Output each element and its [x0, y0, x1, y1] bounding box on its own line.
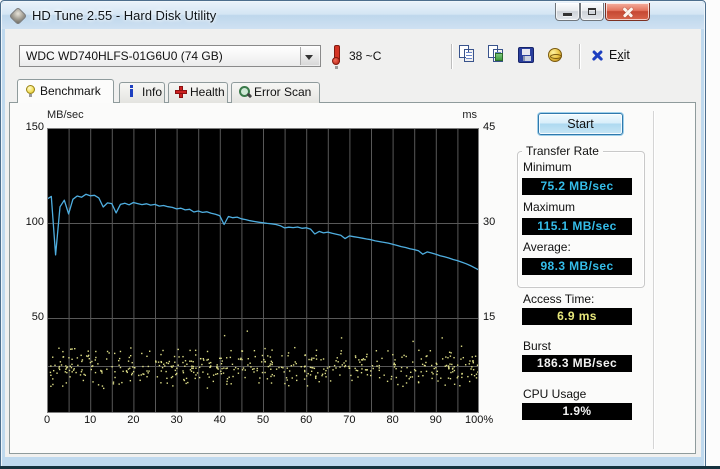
- copy-text-button[interactable]: [457, 44, 481, 68]
- axis-tick-label: 100%: [465, 414, 494, 426]
- close-icon: [622, 7, 634, 18]
- axis-tick-label: 20: [127, 414, 140, 426]
- gold-globe-icon: [548, 48, 562, 62]
- title-bar[interactable]: HD Tune 2.55 - Hard Disk Utility: [2, 2, 704, 29]
- left-axis-unit-label: MB/sec: [47, 109, 84, 121]
- temperature-readout: 38 ~C: [349, 49, 382, 63]
- axis-tick-label: 70: [343, 414, 356, 426]
- right-axis-unit-label: ms: [462, 109, 477, 121]
- thermometer-icon: [331, 45, 341, 69]
- dropdown-arrow-box[interactable]: [300, 47, 319, 65]
- window-title: HD Tune 2.55 - Hard Disk Utility: [32, 8, 217, 23]
- access-time-value: 6.9 ms: [522, 308, 632, 325]
- minimize-icon: [563, 13, 572, 16]
- axis-tick-label: 10: [84, 414, 97, 426]
- tab-info[interactable]: Info: [119, 82, 165, 103]
- start-button[interactable]: Start: [538, 113, 623, 135]
- benchmark-plot-svg: [46, 128, 480, 413]
- tab-health[interactable]: Health: [168, 82, 228, 103]
- average-value: 98.3 MB/sec: [522, 258, 632, 275]
- axis-tick-label: 50: [256, 414, 270, 426]
- axis-tick-label: 45: [483, 121, 496, 133]
- axis-tick-label: 40: [213, 414, 226, 426]
- save-screenshot-button[interactable]: [515, 44, 539, 68]
- axis-tick-label: 15: [483, 311, 496, 323]
- axis-tick-label: 0: [43, 414, 51, 426]
- website-button[interactable]: [544, 44, 568, 68]
- axis-tick-label: 100: [25, 216, 44, 228]
- left-axis-ticks: 150 100 50: [15, 121, 44, 413]
- minimum-value: 75.2 MB/sec: [522, 178, 632, 195]
- maximum-label: Maximum: [523, 200, 576, 214]
- cpu-usage-label: CPU Usage: [523, 387, 587, 401]
- blue-x-icon: [591, 49, 604, 62]
- exit-button[interactable]: Exit: [589, 45, 643, 67]
- app-icon: [8, 6, 28, 26]
- floppy-save-icon: [518, 47, 534, 63]
- axis-tick-label: 60: [300, 414, 313, 426]
- copy-image-button[interactable]: [486, 44, 510, 68]
- red-cross-icon: [175, 86, 187, 98]
- cpu-usage-value: 1.9%: [522, 403, 632, 420]
- drive-selector-dropdown[interactable]: WDC WD740HLFS-01G6U0 (74 GB): [19, 45, 321, 67]
- bulb-icon: [26, 85, 35, 97]
- toolbar-separator: [451, 44, 452, 69]
- maximize-button[interactable]: [580, 3, 604, 21]
- magnifier-icon: [239, 86, 253, 99]
- minimum-label: Minimum: [523, 160, 572, 174]
- axis-tick-label: 80: [386, 414, 399, 426]
- minimize-button[interactable]: [555, 3, 580, 21]
- maximize-icon: [588, 8, 596, 15]
- burst-label: Burst: [523, 339, 552, 353]
- chevron-down-icon: [305, 55, 313, 60]
- axis-tick-label: 90: [429, 414, 442, 426]
- axis-tick-label: 150: [25, 121, 44, 133]
- hd-tune-window: HD Tune 2.55 - Hard Disk Utility WDC WD7…: [0, 0, 706, 468]
- transfer-rate-group-label: Transfer Rate: [522, 144, 603, 158]
- info-icon: [128, 85, 135, 97]
- tab-benchmark[interactable]: Benchmark: [17, 79, 114, 103]
- close-button[interactable]: [605, 3, 650, 21]
- desktop-background-strip: [705, 0, 720, 466]
- maximum-value: 115.1 MB/sec: [522, 218, 632, 235]
- axis-tick-label: 30: [483, 216, 496, 228]
- vertical-separator: [653, 111, 654, 449]
- average-label: Average:: [523, 240, 571, 254]
- desktop-stage: HD Tune 2.55 - Hard Disk Utility WDC WD7…: [0, 0, 720, 469]
- axis-tick-label: 50: [31, 311, 44, 323]
- access-time-label: Access Time:: [523, 292, 595, 306]
- tab-error-scan[interactable]: Error Scan: [231, 82, 320, 103]
- toolbar-separator: [579, 44, 580, 69]
- x-axis-ticks: 0 10 20 30 40 50 60 70 80 90 100%: [44, 414, 497, 429]
- right-axis-ticks: 45 30 15: [483, 121, 509, 413]
- burst-value: 186.3 MB/sec: [522, 355, 632, 372]
- drive-selector-value: WDC WD740HLFS-01G6U0 (74 GB): [26, 49, 223, 63]
- exit-label: Exit: [609, 48, 630, 62]
- axis-tick-label: 30: [170, 414, 183, 426]
- benchmark-plot: [46, 128, 480, 413]
